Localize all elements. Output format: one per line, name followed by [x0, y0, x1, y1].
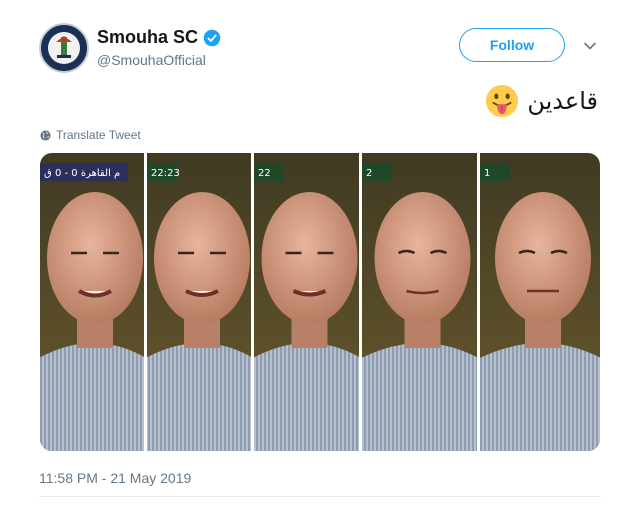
score-overlay-text: 22	[258, 168, 271, 179]
name-row: Smouha SC	[97, 27, 221, 48]
divider	[39, 496, 601, 497]
avatar[interactable]	[39, 23, 89, 73]
score-overlay-text: م القاهرة 0 - 0 ق	[44, 168, 120, 179]
club-crest-logo	[42, 26, 86, 70]
collage-photo[interactable]: 22:23	[137, 153, 261, 451]
score-overlay-text: 2	[366, 168, 372, 179]
verified-badge-icon	[203, 29, 221, 46]
tweet-timestamp[interactable]: 11:58 PM - 21 May 2019	[39, 470, 191, 486]
tweet-body: قاعدين	[527, 87, 598, 115]
user-handle[interactable]: @SmouhaOfficial	[97, 52, 206, 68]
collage-photo[interactable]: 22	[244, 153, 369, 451]
face-with-tongue-emoji-icon	[486, 84, 519, 118]
score-overlay-text: 22:23	[151, 168, 180, 179]
tweet-media[interactable]: م القاهرة 0 - 0 ق 22:23 22 2 1	[40, 153, 600, 451]
collage-photo[interactable]: 2	[352, 153, 487, 451]
score-overlay-text: 1	[484, 168, 490, 179]
globe-icon	[40, 129, 51, 141]
tweet-text: قاعدين	[485, 84, 598, 118]
follow-button[interactable]: Follow	[459, 28, 565, 62]
translate-tweet-link[interactable]: Translate Tweet	[40, 128, 141, 142]
photo-collage: م القاهرة 0 - 0 ق 22:23 22 2 1	[40, 153, 600, 451]
collage-photo[interactable]: م القاهرة 0 - 0 ق	[40, 153, 154, 451]
translate-label: Translate Tweet	[56, 128, 141, 142]
chevron-down-icon[interactable]	[582, 38, 598, 54]
collage-photo[interactable]: 1	[470, 153, 600, 451]
display-name[interactable]: Smouha SC	[97, 27, 198, 48]
